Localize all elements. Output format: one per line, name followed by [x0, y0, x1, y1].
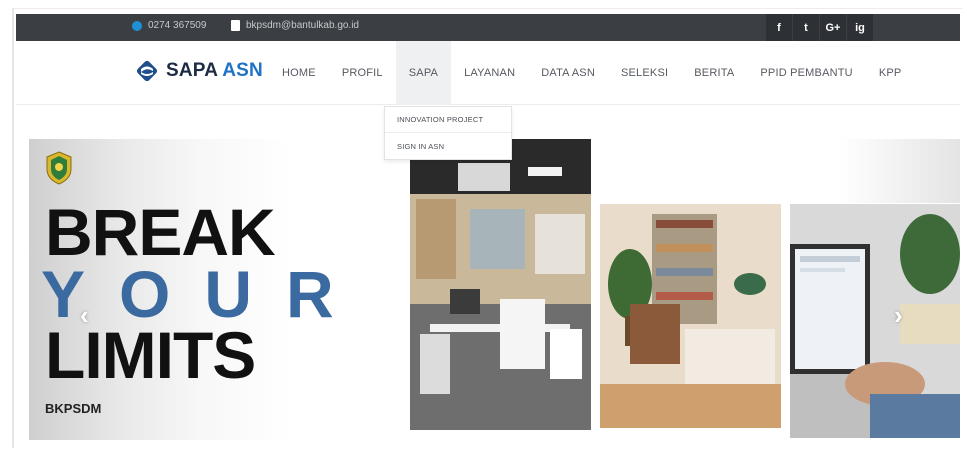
- hero-photo-laptop: [790, 204, 960, 438]
- main-navbar: SAPA ASN HOME PROFIL SAPA LAYANAN DATA A…: [16, 41, 960, 105]
- sapa-logo-icon: [136, 60, 158, 82]
- email-address: bkpsdm@bantulkab.go.id: [246, 20, 359, 31]
- slider-next-arrow-icon[interactable]: ›: [894, 300, 903, 331]
- menu-item-profil[interactable]: PROFIL: [329, 41, 396, 105]
- google-plus-icon[interactable]: G+: [820, 14, 846, 41]
- slider-prev-arrow-icon[interactable]: ‹: [80, 300, 89, 331]
- hero-right-fade: [840, 139, 960, 203]
- hero-banner: BREAK Y O U R LIMITS BKPSDM: [29, 139, 404, 440]
- sapa-dropdown-menu: INNOVATION PROJECT SIGN IN ASN: [384, 106, 512, 160]
- menu-item-ppid-pembantu[interactable]: PPID PEMBANTU: [747, 41, 865, 105]
- menu-item-kpp[interactable]: KPP: [866, 41, 915, 105]
- phone-number: 0274 367509: [148, 20, 207, 31]
- facebook-icon[interactable]: f: [766, 14, 792, 41]
- hero-title-limits: LIMITS: [45, 318, 256, 392]
- brand-name-part2: ASN: [222, 60, 263, 81]
- brand-name: SAPA ASN: [166, 60, 263, 82]
- email-contact[interactable]: bkpsdm@bantulkab.go.id: [231, 20, 359, 31]
- twitter-icon[interactable]: t: [793, 14, 819, 41]
- social-links: f t G+ ig: [766, 14, 874, 41]
- hero-photo-desk: [600, 204, 781, 428]
- brand-name-part1: SAPA: [166, 60, 218, 81]
- hero-subtitle: BKPSDM: [45, 401, 102, 416]
- instagram-icon[interactable]: ig: [847, 14, 873, 41]
- brand-logo-link[interactable]: SAPA ASN: [136, 60, 263, 82]
- phone-contact[interactable]: 0274 367509: [132, 20, 206, 31]
- dropdown-item-innovation-project[interactable]: INNOVATION PROJECT: [385, 107, 511, 133]
- menu-item-seleksi[interactable]: SELEKSI: [608, 41, 681, 105]
- menu-item-berita[interactable]: BERITA: [681, 41, 747, 105]
- menu-item-sapa[interactable]: SAPA: [395, 41, 452, 105]
- menu-item-layanan[interactable]: LAYANAN: [451, 41, 528, 105]
- dropdown-item-sign-in-asn[interactable]: SIGN IN ASN: [385, 133, 511, 159]
- hero-photo-office: [410, 139, 591, 430]
- mail-icon: [231, 20, 240, 31]
- hero-letter-r: R: [286, 257, 334, 331]
- menu-item-home[interactable]: HOME: [269, 41, 329, 105]
- menu-item-data-asn[interactable]: DATA ASN: [528, 41, 608, 105]
- main-menu: HOME PROFIL SAPA LAYANAN DATA ASN SELEKS…: [269, 41, 914, 105]
- hero-title-break: BREAK: [45, 195, 276, 269]
- phone-icon: [132, 20, 142, 31]
- top-contact-bar: 0274 367509 bkpsdm@bantulkab.go.id f t G…: [16, 14, 960, 41]
- bantul-emblem-icon: [46, 151, 72, 185]
